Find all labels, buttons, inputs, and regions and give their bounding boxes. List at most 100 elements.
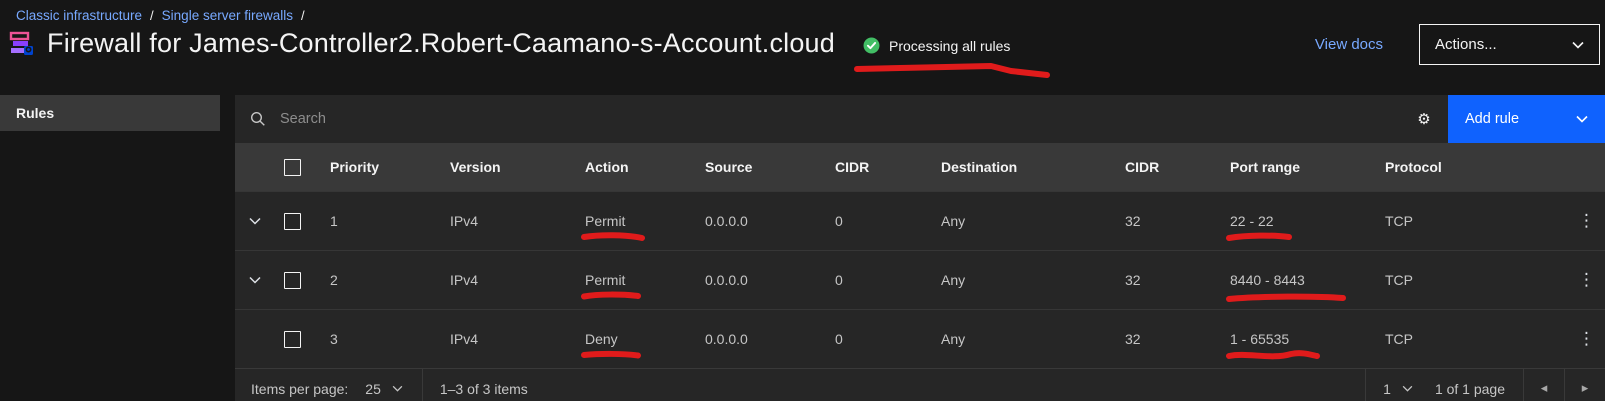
row-checkbox[interactable] (284, 331, 301, 348)
column-header-protocol: Protocol (1385, 159, 1578, 175)
column-header-destination: Destination (941, 159, 1125, 175)
items-per-page-label: Items per page: (251, 381, 348, 397)
cell-source-cidr: 0 (835, 272, 941, 288)
sidebar-item-rules-label: Rules (16, 105, 54, 121)
column-header-version: Version (450, 159, 585, 175)
select-all-checkbox[interactable] (284, 159, 301, 176)
cell-priority: 2 (330, 272, 450, 288)
red-underline-annotation (1225, 231, 1293, 243)
next-page-button[interactable]: ▸ (1565, 369, 1605, 401)
chevron-down-icon (392, 385, 403, 392)
red-underline-annotation (853, 61, 1051, 79)
add-rule-button[interactable]: Add rule (1448, 95, 1605, 143)
cell-source: 0.0.0.0 (705, 272, 835, 288)
row-overflow-menu[interactable]: ⋮ (1578, 211, 1605, 231)
red-underline-annotation (580, 231, 646, 243)
cell-destination: Any (941, 331, 1125, 347)
page-title: Firewall for James-Controller2.Robert-Ca… (47, 28, 835, 59)
content: Rules ⚙ Add rule (0, 95, 1605, 401)
table-row: 3 IPv4 Deny 0.0.0.0 0 Any 32 1 - 65535 T… (235, 309, 1605, 368)
chevron-down-icon (249, 276, 261, 284)
checkmark-filled-icon (863, 37, 880, 54)
cell-priority: 3 (330, 331, 450, 347)
cell-destination: Any (941, 272, 1125, 288)
column-header-destination-cidr: CIDR (1125, 159, 1230, 175)
page-number-value: 1 (1383, 381, 1391, 397)
actions-dropdown-label: Actions... (1435, 36, 1497, 53)
breadcrumb-classic-infrastructure[interactable]: Classic infrastructure (16, 8, 142, 23)
search-icon (250, 111, 266, 127)
breadcrumb-single-server-firewalls[interactable]: Single server firewalls (162, 8, 293, 23)
status-badge: Processing all rules (863, 37, 1010, 54)
cell-port-range: 8440 - 8443 (1230, 272, 1305, 288)
pagination-left: Items per page: 25 1–3 of 3 items (235, 369, 528, 401)
red-underline-annotation (1225, 349, 1321, 363)
cell-protocol: TCP (1385, 213, 1578, 229)
page-number-select[interactable]: 1 (1383, 381, 1413, 397)
column-header-source: Source (705, 159, 835, 175)
table-toolbar: ⚙ Add rule (235, 95, 1605, 143)
breadcrumb: Classic infrastructure / Single server f… (0, 8, 1605, 23)
table-row: 2 IPv4 Permit 0.0.0.0 0 Any 32 8440 - 84… (235, 250, 1605, 309)
actions-dropdown[interactable]: Actions... (1419, 24, 1600, 65)
previous-page-button[interactable]: ◂ (1524, 369, 1564, 401)
search-input[interactable] (280, 111, 970, 127)
cell-destination-cidr: 32 (1125, 331, 1230, 347)
red-underline-annotation (1225, 290, 1347, 304)
table-row: 1 IPv4 Permit 0.0.0.0 0 Any 32 22 - 22 T… (235, 191, 1605, 250)
red-underline-annotation (580, 349, 642, 361)
cell-source: 0.0.0.0 (705, 213, 835, 229)
row-checkbox[interactable] (284, 272, 301, 289)
pagination-divider (422, 369, 423, 401)
rules-table-panel: ⚙ Add rule Priority Version Action Sourc… (235, 95, 1605, 401)
cell-source-cidr: 0 (835, 213, 941, 229)
status-label: Processing all rules (889, 38, 1010, 54)
cell-version: IPv4 (450, 331, 585, 347)
chevron-down-icon (1572, 41, 1584, 49)
cell-source-cidr: 0 (835, 331, 941, 347)
cell-destination-cidr: 32 (1125, 213, 1230, 229)
cell-source: 0.0.0.0 (705, 331, 835, 347)
view-docs-link[interactable]: View docs (1315, 36, 1383, 53)
cell-destination: Any (941, 213, 1125, 229)
sidebar: Rules (0, 95, 220, 401)
column-header-priority: Priority (330, 159, 450, 175)
cell-version: IPv4 (450, 213, 585, 229)
pagination-right: 1 1 of 1 page ◂ ▸ (1365, 369, 1605, 401)
firewall-icon (8, 30, 36, 58)
cell-version: IPv4 (450, 272, 585, 288)
breadcrumb-separator: / (301, 8, 305, 23)
cell-destination-cidr: 32 (1125, 272, 1230, 288)
sidebar-item-rules[interactable]: Rules (0, 95, 220, 131)
add-rule-label: Add rule (1465, 111, 1519, 127)
search-box[interactable] (235, 95, 1400, 143)
cell-protocol: TCP (1385, 331, 1578, 347)
header-actions: View docs Actions... (1315, 24, 1600, 65)
cell-action: Deny (585, 331, 618, 347)
items-per-page-value: 25 (365, 381, 381, 397)
gear-icon: ⚙ (1417, 110, 1430, 128)
cell-priority: 1 (330, 213, 450, 229)
row-checkbox[interactable] (284, 213, 301, 230)
row-expander[interactable] (235, 276, 275, 284)
pagination-bar: Items per page: 25 1–3 of 3 items 1 (235, 368, 1605, 401)
column-header-source-cidr: CIDR (835, 159, 941, 175)
breadcrumb-separator: / (150, 8, 154, 23)
row-expander[interactable] (235, 217, 275, 225)
pagination-range-label: 1–3 of 3 items (440, 381, 528, 397)
cell-action: Permit (585, 213, 625, 229)
column-header-port-range: Port range (1230, 159, 1385, 175)
chevron-down-icon (1402, 385, 1413, 392)
page-header: Classic infrastructure / Single server f… (0, 0, 1605, 90)
table-settings-button[interactable]: ⚙ (1400, 95, 1448, 143)
row-overflow-menu[interactable]: ⋮ (1578, 270, 1605, 290)
pagination-divider (1365, 369, 1366, 401)
row-overflow-menu[interactable]: ⋮ (1578, 329, 1605, 349)
column-header-action: Action (585, 159, 705, 175)
cell-action: Permit (585, 272, 625, 288)
cell-port-range: 22 - 22 (1230, 213, 1274, 229)
page-of-label: 1 of 1 page (1435, 381, 1505, 397)
items-per-page-select[interactable]: 25 (365, 381, 403, 397)
chevron-down-icon (1576, 115, 1588, 123)
cell-port-range: 1 - 65535 (1230, 331, 1289, 347)
